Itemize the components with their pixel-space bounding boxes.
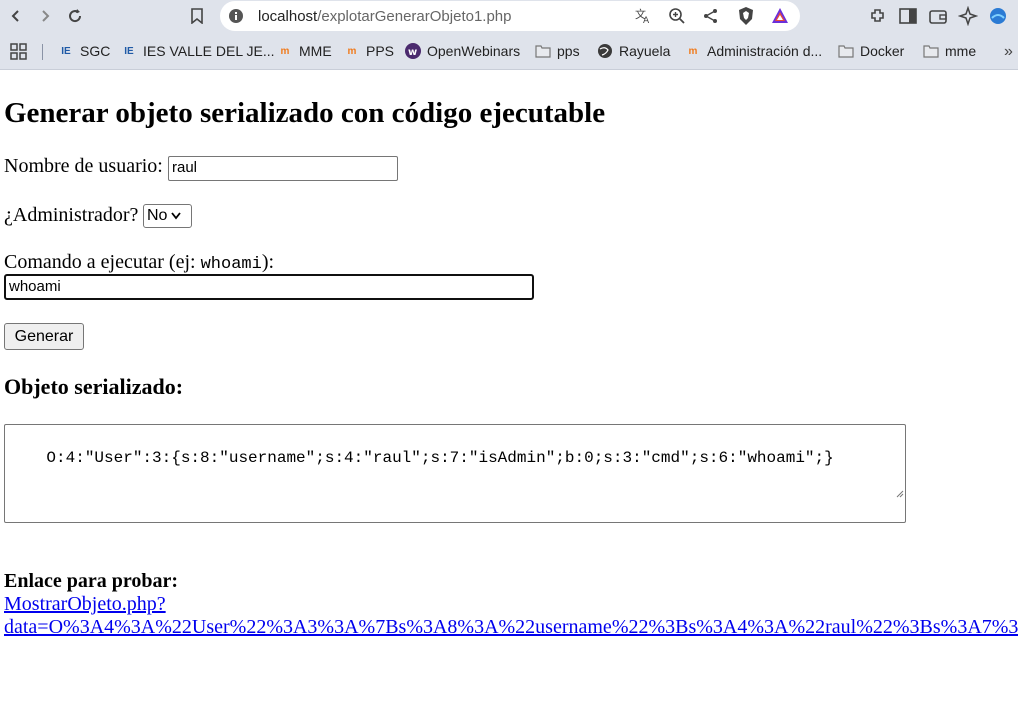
test-link-line2: data=O%3A4%3A%22User%22%3A3%3A%7Bs%3A8%3…	[4, 616, 1018, 638]
bookmark-mme-folder[interactable]: mme	[923, 43, 976, 59]
bookmark-mme[interactable]: m MME	[277, 43, 332, 59]
svg-text:A: A	[643, 16, 650, 25]
reload-icon[interactable]	[64, 5, 86, 27]
openwebinars-icon: w	[405, 43, 421, 59]
username-label: Nombre de usuario:	[4, 155, 163, 177]
serialized-heading: Objeto serializado:	[4, 374, 184, 399]
moodle-icon: m	[280, 45, 290, 57]
bookmark-label: mme	[945, 43, 977, 59]
folder-icon	[923, 43, 939, 59]
moodle-icon: m	[347, 45, 357, 57]
bookmark-label: SGC	[80, 43, 111, 59]
brave-shield-icon[interactable]	[736, 6, 756, 26]
back-icon[interactable]	[5, 5, 27, 27]
chevron-down-icon	[171, 207, 182, 225]
site-info-icon[interactable]	[228, 8, 244, 24]
command-label: Comando a ejecutar (ej: whoami):	[4, 251, 274, 274]
bookmarks-separator	[42, 44, 43, 60]
browser-toolbar: localhost/explotarGenerarObjeto1.php 文A	[0, 0, 1018, 34]
bookmark-icon[interactable]	[186, 5, 208, 27]
svg-text:w: w	[408, 47, 417, 58]
test-link-label: Enlace para probar:	[4, 570, 179, 592]
bookmark-label: IES VALLE DEL JE...	[143, 43, 275, 59]
extensions-icon[interactable]	[868, 6, 888, 26]
share-icon[interactable]	[702, 7, 720, 25]
bookmark-label: PPS	[366, 43, 395, 59]
bookmark-label: MME	[299, 43, 332, 59]
bookmark-label: Administración d...	[707, 43, 823, 59]
serialized-textarea[interactable]: O:4:"User":3:{s:8:"username";s:4:"raul";…	[4, 424, 906, 523]
zoom-icon[interactable]	[668, 7, 686, 25]
more-bookmarks-icon[interactable]: »	[1004, 43, 1013, 61]
folder-icon	[838, 43, 854, 59]
ies-icon: IE	[61, 45, 71, 57]
admin-select[interactable]: No	[143, 204, 192, 228]
resize-grip-icon[interactable]	[837, 467, 904, 521]
profile-avatar-icon[interactable]	[988, 6, 1008, 26]
forward-icon[interactable]	[34, 5, 56, 27]
command-label-code: whoami	[200, 255, 262, 274]
command-label-prefix: Comando a ejecutar (ej:	[4, 251, 201, 273]
admin-select-value: No	[147, 207, 168, 224]
sidebar-icon[interactable]	[898, 6, 918, 26]
command-label-suffix: ):	[261, 251, 275, 273]
bookmark-administracion[interactable]: m Administración d...	[685, 43, 823, 59]
bookmark-docker[interactable]: Docker	[838, 43, 904, 59]
bookmark-label: Rayuela	[619, 43, 671, 59]
test-link[interactable]: MostrarObjeto.php? data=O%3A4%3A%22User%…	[4, 593, 1018, 639]
bookmark-rayuela[interactable]: Rayuela	[597, 43, 670, 59]
folder-icon	[535, 43, 551, 59]
bookmark-ies-valle[interactable]: IE IES VALLE DEL JE...	[121, 43, 275, 59]
bookmark-label: pps	[557, 43, 580, 59]
translate-icon[interactable]: 文A	[634, 7, 652, 25]
serialized-value: O:4:"User":3:{s:8:"username";s:4:"raul";…	[46, 449, 834, 467]
command-input[interactable]: whoami	[4, 274, 534, 300]
bookmark-pps[interactable]: m PPS	[344, 43, 394, 59]
moodle-icon: m	[688, 45, 698, 57]
brave-rewards-icon[interactable]	[770, 6, 790, 26]
globe-icon	[597, 43, 613, 59]
admin-label: ¿Administrador?	[4, 204, 139, 226]
leo-ai-icon[interactable]	[958, 6, 978, 26]
bookmark-pps-folder[interactable]: pps	[535, 43, 580, 59]
test-link-line1: MostrarObjeto.php?	[4, 593, 166, 615]
address-bar[interactable]: localhost/explotarGenerarObjeto1.php 文A	[220, 1, 800, 31]
url-text: localhost/explotarGenerarObjeto1.php	[258, 8, 512, 25]
bookmark-sgc[interactable]: IE SGC	[58, 43, 110, 59]
page-title: Generar objeto serializado con código ej…	[4, 97, 606, 129]
bookmark-label: OpenWebinars	[427, 43, 521, 59]
page-content: Generar objeto serializado con código ej…	[0, 71, 1018, 703]
apps-grid-icon[interactable]	[10, 43, 28, 61]
generate-button[interactable]: Generar	[4, 323, 84, 350]
ies-icon: IE	[124, 45, 134, 57]
wallet-icon[interactable]	[928, 6, 948, 26]
bookmarks-bar: IE SGC IE IES VALLE DEL JE... m MME m PP…	[0, 34, 1018, 70]
bookmark-openwebinars[interactable]: w OpenWebinars	[405, 43, 520, 59]
username-input[interactable]: raul	[168, 156, 398, 181]
bookmark-label: Docker	[860, 43, 905, 59]
